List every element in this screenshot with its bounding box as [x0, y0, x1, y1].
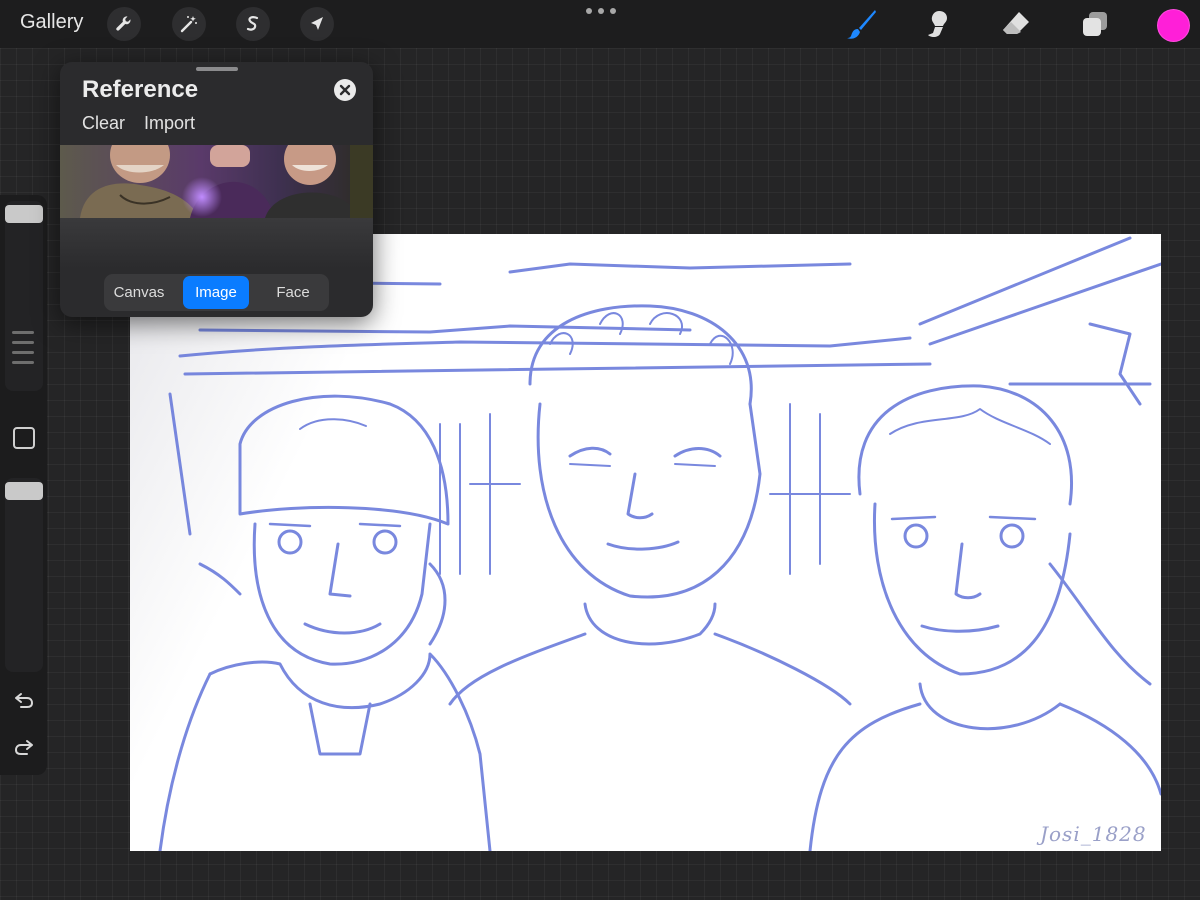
- sidebar-grip: [12, 331, 34, 334]
- eraser-icon: [1003, 12, 1029, 34]
- selection-icon: [246, 16, 259, 31]
- reference-panel: Reference Clear Import Canvas Image Face: [60, 62, 373, 317]
- reference-preview-area: [60, 218, 373, 268]
- tab-face[interactable]: Face: [260, 276, 326, 309]
- magic-wand-icon: [180, 16, 197, 33]
- ellipsis-icon[interactable]: [586, 2, 616, 20]
- tab-canvas[interactable]: Canvas: [106, 276, 172, 309]
- smudge-tool-button[interactable]: [921, 6, 957, 42]
- left-sidebar: [0, 195, 47, 775]
- brush-icon: [847, 10, 876, 39]
- gallery-button[interactable]: Gallery: [20, 11, 83, 34]
- eraser-tool-button[interactable]: [998, 6, 1034, 42]
- actions-button[interactable]: [107, 7, 141, 41]
- close-icon: [339, 84, 351, 96]
- layers-button[interactable]: [1077, 6, 1113, 42]
- redo-button[interactable]: [11, 734, 37, 760]
- layers-icon: [1083, 12, 1107, 36]
- panel-drag-handle[interactable]: [196, 67, 238, 71]
- smudge-icon: [928, 11, 947, 37]
- undo-icon: [15, 693, 34, 708]
- clear-button[interactable]: Clear: [82, 113, 125, 134]
- import-button[interactable]: Import: [144, 113, 195, 134]
- brush-size-thumb[interactable]: [5, 205, 43, 223]
- selection-button[interactable]: [236, 7, 270, 41]
- tab-image[interactable]: Image: [183, 276, 249, 309]
- wrench-icon: [116, 16, 131, 31]
- adjustments-button[interactable]: [172, 7, 206, 41]
- top-toolbar: Gallery: [0, 0, 1200, 48]
- reference-mode-selector: Canvas Image Face: [104, 274, 329, 311]
- brush-opacity-slider[interactable]: [5, 478, 43, 672]
- transform-arrow-icon: [311, 17, 323, 30]
- modify-button[interactable]: [13, 427, 35, 449]
- redo-icon: [14, 740, 33, 755]
- color-swatch-button[interactable]: [1157, 9, 1190, 42]
- reference-image: [60, 145, 373, 218]
- brush-opacity-thumb[interactable]: [5, 482, 43, 500]
- transform-button[interactable]: [300, 7, 334, 41]
- pencil-sketch-artwork: [130, 234, 1161, 851]
- undo-button[interactable]: [11, 687, 37, 713]
- artist-signature: Josi_1828: [1040, 822, 1147, 846]
- brush-tool-button[interactable]: [844, 6, 880, 42]
- close-button[interactable]: [334, 79, 356, 101]
- drawing-canvas[interactable]: Josi_1828: [130, 234, 1161, 851]
- panel-title: Reference: [82, 76, 199, 103]
